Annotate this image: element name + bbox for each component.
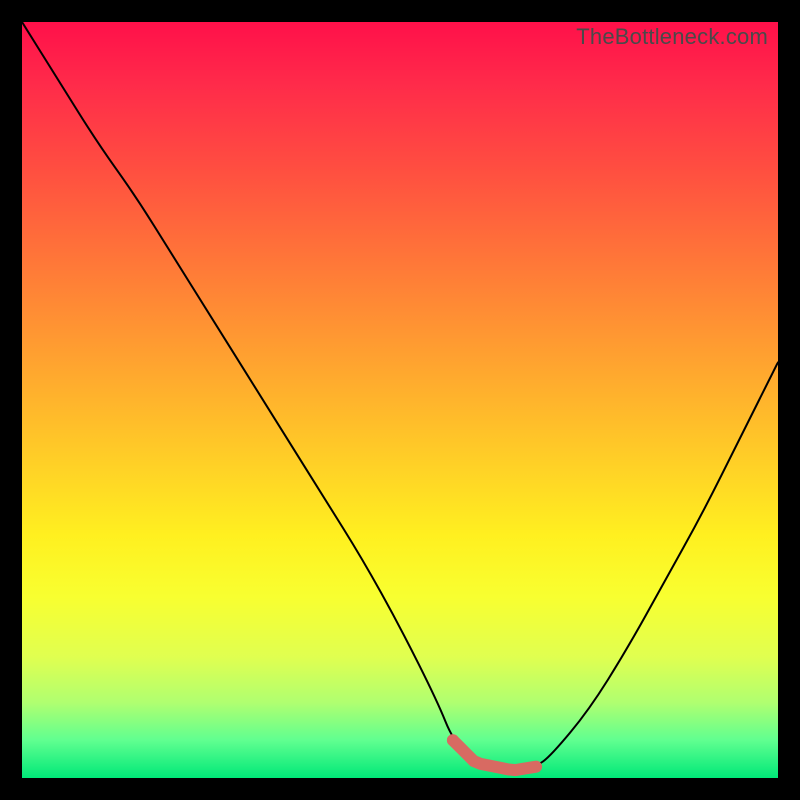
watermark-label: TheBottleneck.com (576, 24, 768, 50)
plot-svg (22, 22, 778, 778)
recommended-region-marker (447, 734, 459, 746)
chart-area: TheBottleneck.com (22, 22, 778, 778)
recommended-region-bar (453, 740, 536, 770)
bottleneck-curve (22, 22, 778, 769)
